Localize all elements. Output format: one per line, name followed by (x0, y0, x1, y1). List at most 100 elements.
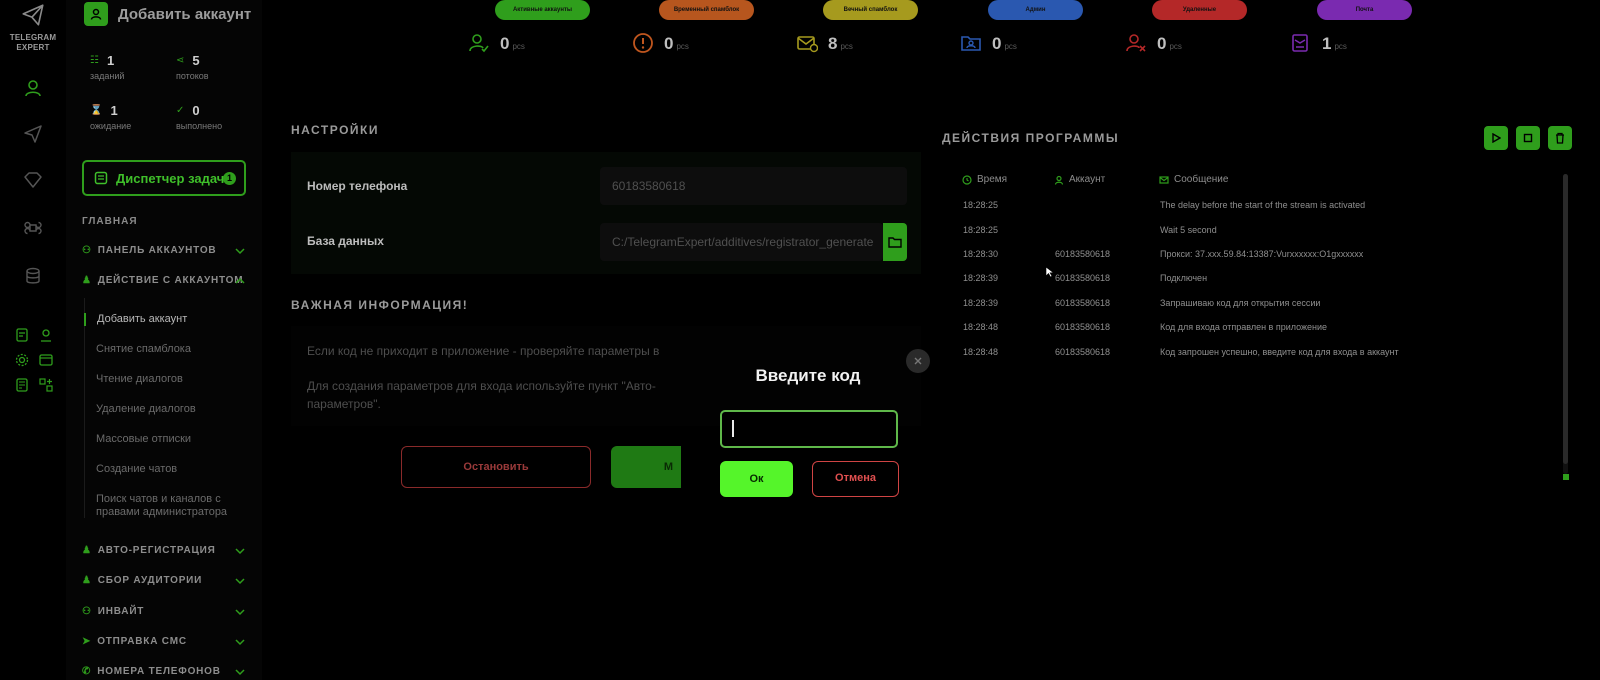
browse-folder-button[interactable] (883, 223, 907, 261)
location-icon[interactable] (38, 327, 54, 343)
submenu-delete-dialogs[interactable]: Удаление диалогов (84, 403, 262, 416)
menu-group-send-sms[interactable]: ➤ ОТПРАВКА СМС (82, 636, 246, 647)
section-main-title: ГЛАВНАЯ (82, 216, 138, 227)
stat-value: 8 (828, 34, 838, 53)
log-time: 18:28:39 (963, 273, 999, 283)
settings-doc-icon[interactable] (14, 327, 30, 343)
submenu-mass-unsubscribe[interactable]: Массовые отписки (84, 433, 262, 446)
chevron-down-icon (235, 248, 245, 255)
apps-icon[interactable] (38, 377, 54, 393)
stat-unit: pcs (1169, 42, 1182, 51)
log-message: Прокси: 37.xxx.59.84:13387:Vurxxxxxx:O1g… (1160, 249, 1364, 259)
user-check-icon (469, 34, 489, 53)
menu-group-label: ИНВАЙТ (97, 606, 145, 617)
browser-icon[interactable] (38, 352, 54, 368)
program-actions-title: ДЕЙСТВИЯ ПРОГРАММЫ (942, 131, 1120, 145)
log-account: 60183580618 (1055, 322, 1111, 332)
log-scroll-end-marker (1563, 474, 1569, 480)
verification-code-input[interactable] (720, 410, 898, 448)
stat-threads: ⋖ 5 потоков (176, 53, 209, 81)
log-account: 60183580618 (1055, 298, 1111, 308)
send-icon[interactable] (23, 124, 43, 144)
stat-threads-label: потоков (176, 71, 209, 81)
stop-button[interactable]: Остановить (401, 446, 591, 488)
submenu-search-admin-chats[interactable]: Поиск чатов и каналов с правами админист… (84, 493, 244, 519)
pill-deleted[interactable]: Удаленные (1152, 0, 1247, 20)
pill-active-accounts[interactable]: Активные аккаунты (495, 0, 590, 20)
stat-waiting-label: ожидание (90, 121, 132, 131)
stat-perm-spamblock: 8 pcs (796, 32, 853, 54)
cancel-button[interactable]: Отмена (812, 461, 899, 497)
menu-group-phone-numbers[interactable]: ✆ НОМЕРА ТЕЛЕФОНОВ (82, 666, 246, 677)
log-play-button[interactable] (1484, 126, 1508, 150)
brand-line-1: TELEGRAM (9, 33, 57, 42)
play-icon (1492, 133, 1501, 143)
stat-tasks: ☷ 1 заданий (90, 53, 124, 81)
ok-button[interactable]: Ок (720, 461, 793, 497)
settings-title: НАСТРОЙКИ (291, 123, 379, 137)
pill-admin[interactable]: Админ (988, 0, 1083, 20)
log-time: 18:28:48 (963, 347, 999, 357)
menu-group-audience[interactable]: ♟ СБОР АУДИТОРИИ (82, 575, 246, 586)
list-doc-icon[interactable] (14, 377, 30, 393)
database-path-input[interactable]: C:/TelegramExpert/additives/registrator_… (600, 223, 883, 261)
stat-unit: pcs (840, 42, 853, 51)
command-icon[interactable] (23, 218, 43, 238)
submenu-add-account[interactable]: Добавить аккаунт (84, 313, 262, 326)
log-col-account: Аккаунт (1054, 174, 1105, 185)
important-info-title: ВАЖНАЯ ИНФОРМАЦИЯ! (291, 298, 469, 312)
log-message: Код запрошен успешно, введите код для вх… (1160, 347, 1399, 357)
log-time: 18:28:25 (963, 200, 999, 210)
add-account-header[interactable]: Добавить аккаунт (84, 2, 251, 26)
submenu-create-chats[interactable]: Создание чатов (84, 463, 262, 476)
tasks-icon: ☷ (90, 55, 99, 66)
log-col-account-label: Аккаунт (1069, 174, 1106, 185)
menu-group-accounts-panel[interactable]: ⚇ ПАНЕЛЬ АККАУНТОВ (82, 245, 246, 256)
stat-threads-value: 5 (192, 53, 200, 68)
phone-input[interactable]: 60183580618 (600, 167, 907, 205)
user-icon[interactable] (23, 78, 43, 98)
stat-tasks-label: заданий (90, 71, 125, 81)
stat-value: 0 (1157, 34, 1167, 53)
pill-mail[interactable]: Почта (1317, 0, 1412, 20)
modal-close-button[interactable] (906, 349, 930, 373)
start-button[interactable]: М (611, 446, 681, 488)
log-col-message: Сообщение (1159, 174, 1228, 185)
pill-perm-spamblock[interactable]: Вечный спамблок (823, 0, 918, 20)
mouse-cursor-icon (1045, 266, 1055, 278)
log-scrollbar-thumb[interactable] (1563, 174, 1568, 464)
database-icon[interactable] (23, 266, 43, 286)
log-account: 60183580618 (1055, 273, 1111, 283)
add-account-user-icon (84, 2, 108, 26)
submenu-spamblock-removal[interactable]: Снятие спамблока (84, 343, 262, 356)
task-dispatcher-button[interactable]: Диспетчер задач 1 (82, 160, 246, 196)
diamond-icon[interactable] (23, 170, 43, 190)
log-message: Запрашиваю код для открытия сессии (1160, 298, 1321, 308)
gear-icon[interactable] (14, 352, 30, 368)
menu-group-auto-registration[interactable]: ♟ АВТО-РЕГИСТРАЦИЯ (82, 545, 246, 556)
log-col-message-label: Сообщение (1174, 174, 1229, 185)
submenu-read-dialogs[interactable]: Чтение диалогов (84, 373, 262, 386)
close-icon (914, 357, 922, 365)
log-time: 18:28:25 (963, 225, 999, 235)
stat-active-accounts: 0 pcs (468, 32, 525, 54)
chevron-down-icon (235, 609, 245, 616)
pill-temp-spamblock[interactable]: Временный спамблок (659, 0, 754, 20)
stat-admin: 0 pcs (960, 32, 1017, 54)
dispatcher-icon (94, 171, 108, 185)
log-clear-button[interactable] (1548, 126, 1572, 150)
log-stop-button[interactable] (1516, 126, 1540, 150)
menu-group-account-actions[interactable]: ♟ ДЕЙСТВИЕ С АККАУНТОМ (82, 275, 246, 286)
phone-label: Номер телефона (307, 179, 408, 193)
log-message: The delay before the start of the stream… (1160, 200, 1366, 210)
send-icon: ➤ (82, 636, 92, 647)
log-time: 18:28:39 (963, 298, 999, 308)
stat-done: ✓ 0 выполнено (176, 103, 222, 131)
phone-icon: ✆ (82, 666, 92, 677)
stat-unit: pcs (512, 42, 525, 51)
menu-group-label: НОМЕРА ТЕЛЕФОНОВ (97, 666, 221, 677)
audience-icon: ♟ (82, 575, 92, 586)
info-line-1: Если код не приходит в приложение - пров… (307, 344, 660, 358)
menu-group-invite[interactable]: ⚇ ИНВАЙТ (82, 606, 246, 617)
stat-value: 0 (992, 34, 1002, 53)
